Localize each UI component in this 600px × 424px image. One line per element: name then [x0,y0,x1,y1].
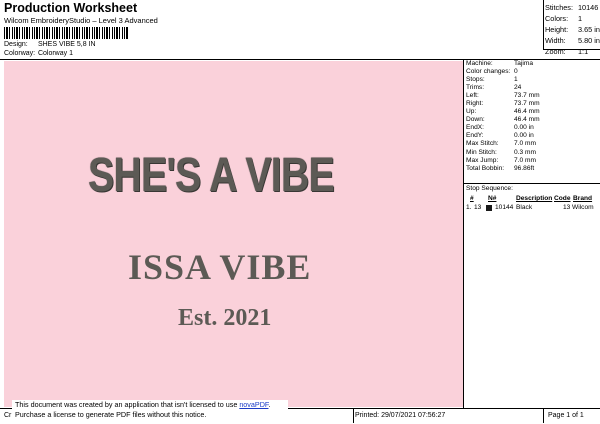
panel-divider [463,59,464,408]
license-notice: This document was created by an applicat… [12,400,288,422]
machine-row: EndX: 0.00 in [466,124,534,132]
design-name-row: Design: SHES VIBE 5,8 IN [4,41,96,48]
footer-left: Cr [4,412,12,419]
novapdf-link[interactable]: novaPDF [239,400,268,409]
machine-row: Machine: Tajima [466,60,534,67]
stop-sequence-title: Stop Sequence: [466,185,513,192]
stat-height: Height: 3.65 in [545,25,600,34]
stop-sequence-header: # N# Description Code Brand [466,195,600,204]
col-n: N# [488,195,497,202]
stat-width: Width: 5.80 in [545,36,600,45]
stat-colors: Colors: 1 [545,14,583,23]
machine-row: Max Jump: 7.0 mm [466,156,536,164]
machine-row: Right: 73.7 mm [466,100,540,108]
machine-row: Color changes: 0 [466,68,518,76]
design-text-line1: SHE'S A VIBE [88,149,335,202]
machine-divider [463,183,600,184]
colorway-value: Colorway 1 [37,50,73,57]
thread-color-swatch [486,205,492,211]
colorway-row: Colorway: Colorway 1 [4,50,73,57]
col-num: # [470,195,474,202]
footer-divider-1 [353,409,354,423]
software-name: Wilcom EmbroideryStudio – Level 3 Advanc… [4,16,158,25]
design-text-line2: ISSA VIBE [128,247,312,287]
machine-row: Total Bobbin: 96.86ft [466,164,535,172]
stats-bottom-line [543,49,600,50]
machine-row: EndY: 0.00 in [466,132,534,140]
col-brand: Brand [573,195,593,202]
machine-row: Trims: 24 [466,84,522,92]
stat-stitches: Stitches: 10146 [545,3,599,12]
machine-row: Down: 46.4 mm [466,116,540,124]
col-description: Description [516,195,553,202]
stats-divider [543,0,544,49]
page-title: Production Worksheet [4,1,138,15]
machine-row: Left: 73.7 mm [466,92,540,100]
stat-zoom: Zoom: 1:1 [545,47,589,56]
design-key: Design: [4,41,28,48]
machine-row: Stops: 1 [466,76,518,84]
design-preview [4,61,463,407]
machine-row: Up: 46.4 mm [466,108,540,116]
col-code: Code [554,195,571,202]
colorway-key: Colorway: [4,50,36,57]
machine-info: Machine: Tajima Color changes: 0 Stops: 1 T… [466,60,540,173]
page-number: Page 1 of 1 [548,412,584,419]
design-text-line3: Est. 2021 [178,305,272,331]
design-value: SHES VIBE 5,8 IN [37,41,96,48]
barcode [4,27,129,39]
machine-row: Max Stitch: 7.0 mm [466,140,536,148]
printed-date: Printed: 29/07/2021 07:56:27 [355,412,446,419]
footer-divider-2 [543,409,544,423]
machine-row: Min Stitch: 0.3 mm [466,148,536,156]
table-row: 1. 13 10144 Black 13 Wilcom [466,204,594,211]
